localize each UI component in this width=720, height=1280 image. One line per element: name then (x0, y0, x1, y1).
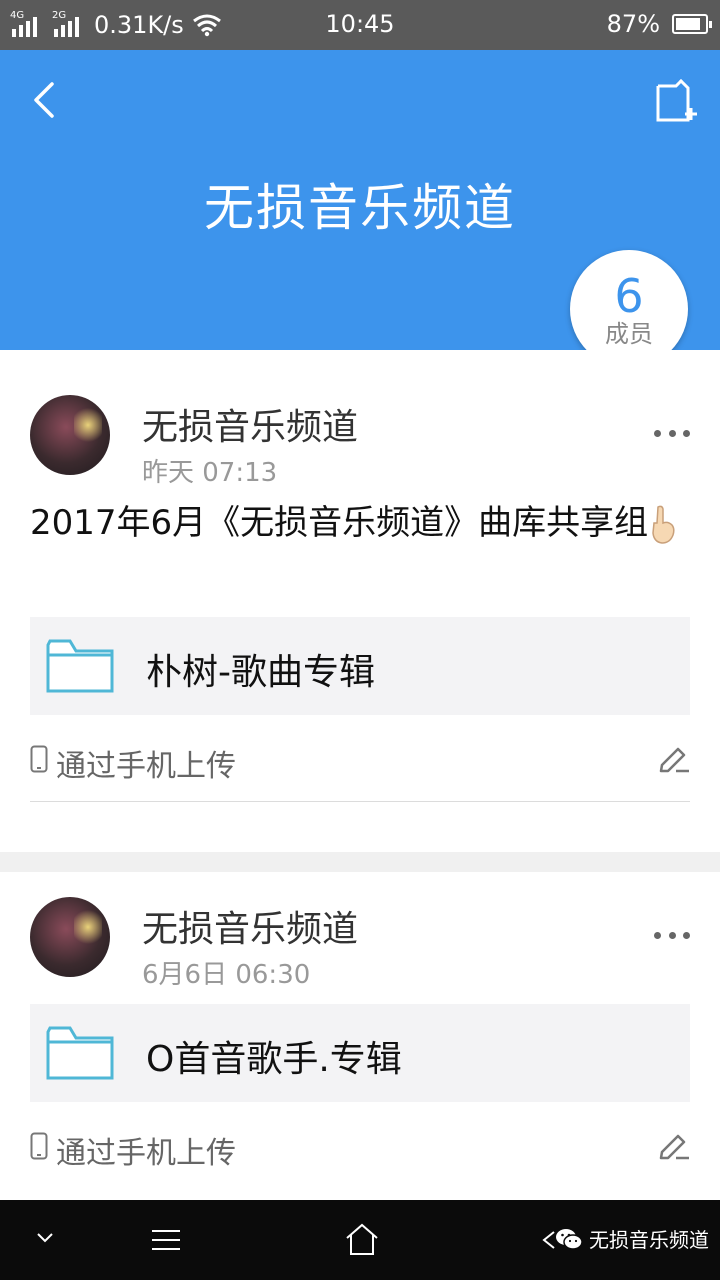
file-name: O首音歌手.专辑 (146, 1039, 402, 1080)
upload-source: 通过手机上传 (56, 1136, 236, 1171)
avatar[interactable] (30, 897, 110, 977)
chevron-down-icon[interactable] (36, 1232, 54, 1244)
upload-source-row: 通过手机上传 (30, 735, 690, 785)
phone-icon (30, 1132, 48, 1160)
home-icon[interactable] (344, 1222, 380, 1256)
back-arrow-icon[interactable] (26, 80, 66, 120)
post-card: 无损音乐频道 6月6日 06:30 O首音歌手.专辑 通过手机上传 (0, 872, 720, 1200)
edit-icon[interactable] (658, 741, 690, 773)
post-time: 昨天 07:13 (142, 458, 278, 488)
members-label: 成员 (605, 320, 653, 348)
app-screen: 4G 2G 0.31K/s 10:45 87% 无损音乐频道 6 成员 无损音乐… (0, 0, 720, 1280)
file-attachment[interactable]: O首音歌手.专辑 (30, 1004, 690, 1102)
pointing-hand-icon (652, 505, 675, 544)
status-right: 87% (606, 10, 712, 38)
battery-icon (672, 14, 712, 34)
divider (30, 801, 690, 802)
watermark-text: 无损音乐频道 (589, 1228, 709, 1252)
edit-icon[interactable] (658, 1128, 690, 1160)
system-nav-bar: 无损音乐频道 (0, 1200, 720, 1280)
back-nav-icon[interactable] (540, 1230, 556, 1250)
file-name: 朴树-歌曲专辑 (146, 652, 375, 693)
page-title: 无损音乐频道 (204, 179, 516, 237)
post-text-content: 2017年6月《无损音乐频道》曲库共享组 (30, 503, 649, 543)
menu-icon[interactable] (150, 1228, 182, 1252)
post-author[interactable]: 无损音乐频道 (142, 900, 358, 952)
upload-source: 通过手机上传 (56, 749, 236, 784)
folder-icon (46, 1026, 114, 1080)
channel-header: 无损音乐频道 6 成员 (0, 50, 720, 368)
status-bar: 4G 2G 0.31K/s 10:45 87% (0, 0, 720, 50)
post-author[interactable]: 无损音乐频道 (142, 398, 358, 450)
more-icon[interactable] (654, 430, 690, 440)
phone-icon (30, 745, 48, 773)
new-note-icon[interactable] (652, 78, 698, 124)
upload-source-row: 通过手机上传 (30, 1122, 690, 1172)
battery-percent: 87% (606, 10, 660, 38)
post-card: 无损音乐频道 昨天 07:13 2017年6月《无损音乐频道》曲库共享组 朴树-… (0, 350, 720, 852)
wechat-icon (556, 1228, 583, 1250)
avatar[interactable] (30, 395, 110, 475)
members-count: 6 (614, 269, 644, 323)
folder-icon (46, 639, 114, 693)
more-icon[interactable] (654, 932, 690, 942)
post-time: 6月6日 06:30 (142, 960, 311, 990)
file-attachment[interactable]: 朴树-歌曲专辑 (30, 617, 690, 715)
watermark: 无损音乐频道 (555, 1224, 709, 1253)
post-text: 2017年6月《无损音乐频道》曲库共享组 (30, 500, 690, 546)
